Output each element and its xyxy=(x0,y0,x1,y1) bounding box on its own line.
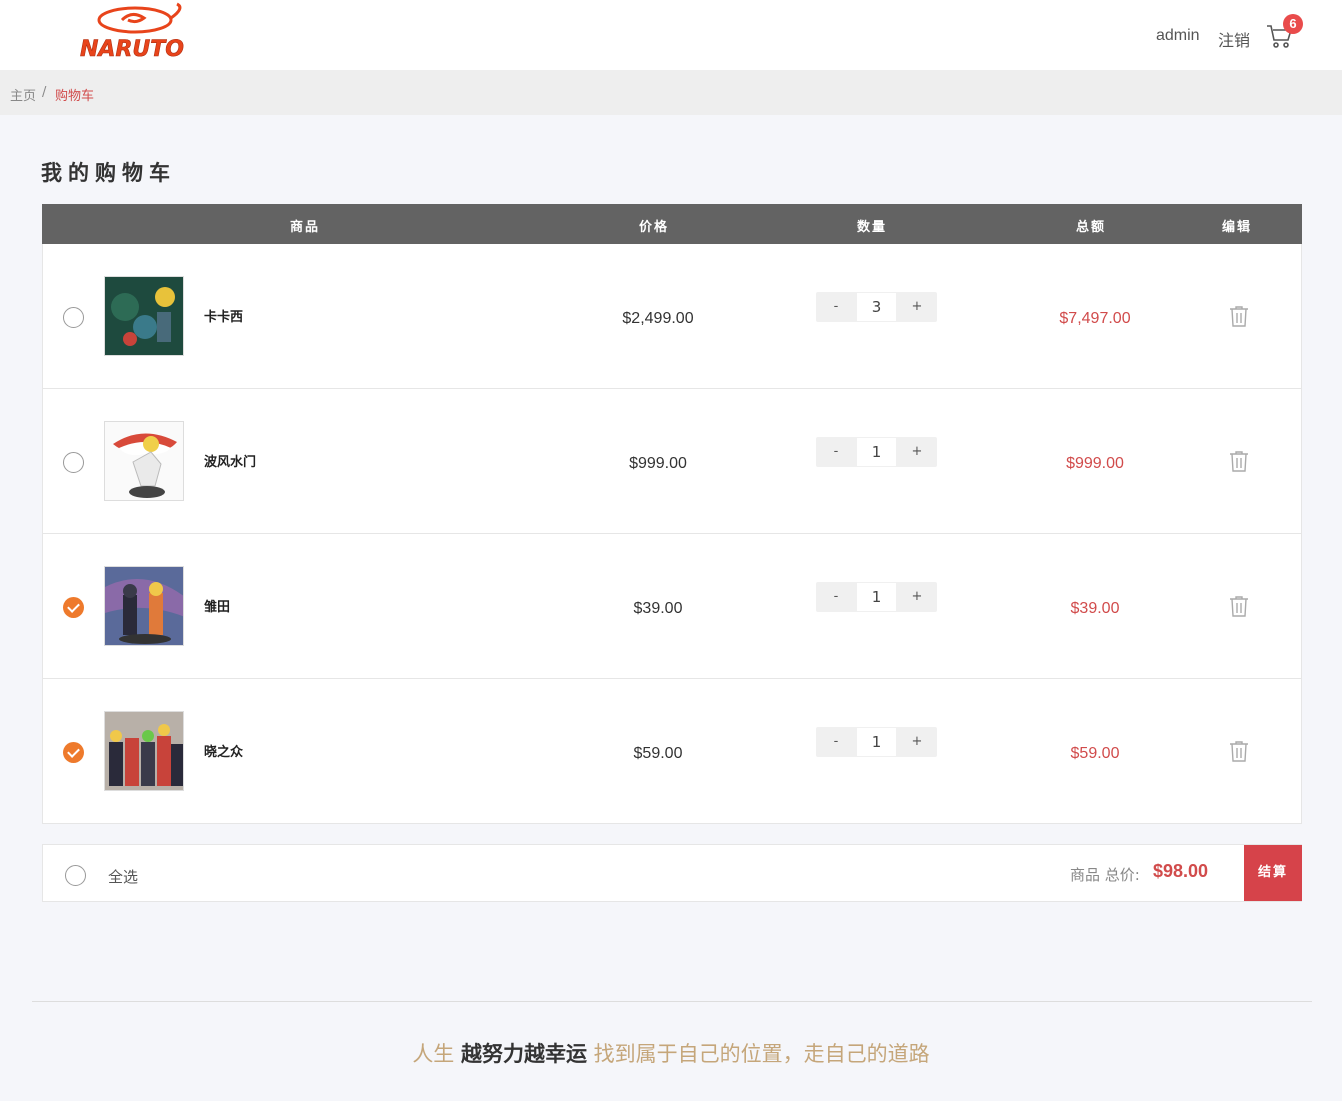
breadcrumb-current: 购物车 xyxy=(55,89,95,104)
cart-table-body: 卡卡西 $2,499.00 - 3 + $7,497.00 波风水门 $999.… xyxy=(42,244,1302,824)
trash-icon[interactable] xyxy=(1229,305,1249,327)
row-select-radio[interactable] xyxy=(63,742,84,763)
product-price: $2,499.00 xyxy=(622,310,694,327)
quantity-stepper: - 3 + xyxy=(816,292,937,322)
cart-row: 雏田 $39.00 - 1 + $39.00 xyxy=(43,534,1301,679)
row-select-radio[interactable] xyxy=(63,452,84,473)
qty-increase-button[interactable]: + xyxy=(897,292,937,322)
breadcrumb-home[interactable]: 主页 xyxy=(10,85,36,104)
product-name[interactable]: 晓之众 xyxy=(204,741,243,760)
checkout-button[interactable]: 结算 xyxy=(1244,845,1302,901)
quantity-stepper: - 1 + xyxy=(816,437,937,467)
total-price-value: $98.00 xyxy=(1153,861,1209,881)
qty-input[interactable]: 3 xyxy=(857,293,896,321)
total-price-label: 商品 总价: xyxy=(1070,866,1140,884)
trash-icon[interactable] xyxy=(1229,595,1249,617)
cart-summary-bar: 全选 商品 总价: $98.00 结算 xyxy=(42,844,1302,902)
row-total: $39.00 xyxy=(1070,600,1120,617)
qty-decrease-button[interactable]: - xyxy=(816,292,856,322)
column-price: 价格 xyxy=(639,220,670,235)
qty-input[interactable]: 1 xyxy=(857,438,896,466)
logout-link[interactable]: 注销 xyxy=(1218,27,1250,51)
quantity-stepper: - 1 + xyxy=(816,582,937,612)
cart-row: 波风水门 $999.00 - 1 + $999.00 xyxy=(43,389,1301,534)
breadcrumb: 主页 / 购物车 xyxy=(0,70,1342,115)
row-select-radio[interactable] xyxy=(63,307,84,328)
product-image[interactable] xyxy=(104,276,184,356)
cart-row: 卡卡西 $2,499.00 - 3 + $7,497.00 xyxy=(43,244,1301,389)
product-image[interactable] xyxy=(104,566,184,646)
cart-count-badge: 6 xyxy=(1283,14,1303,34)
slogan-part-3: 找到属于自己的位置，走自己的道路 xyxy=(587,1042,930,1066)
username-link[interactable]: admin xyxy=(1156,27,1200,45)
column-product: 商品 xyxy=(290,220,321,235)
naruto-logo[interactable]: NARUTO xyxy=(60,2,205,64)
row-total: $7,497.00 xyxy=(1059,310,1131,327)
trash-icon[interactable] xyxy=(1229,740,1249,762)
row-total: $59.00 xyxy=(1070,745,1120,762)
row-total: $999.00 xyxy=(1066,455,1124,472)
column-edit: 编辑 xyxy=(1222,220,1253,235)
slogan-part-2: 越努力越幸运 xyxy=(461,1042,587,1066)
logo-text: NARUTO xyxy=(80,37,184,62)
product-price: $59.00 xyxy=(633,745,683,762)
qty-input[interactable]: 1 xyxy=(857,728,896,756)
product-name[interactable]: 波风水门 xyxy=(204,451,256,470)
footer-divider xyxy=(32,1001,1312,1002)
product-price: $39.00 xyxy=(633,600,683,617)
qty-decrease-button[interactable]: - xyxy=(816,437,856,467)
cart-table-header: 商品 价格 数量 总额 编辑 xyxy=(42,204,1302,244)
qty-decrease-button[interactable]: - xyxy=(816,727,856,757)
product-name[interactable]: 雏田 xyxy=(204,596,230,615)
page-title: 我的购物车 xyxy=(41,161,176,185)
qty-decrease-button[interactable]: - xyxy=(816,582,856,612)
select-all-label[interactable]: 全选 xyxy=(108,866,138,887)
qty-increase-button[interactable]: + xyxy=(897,437,937,467)
product-image[interactable] xyxy=(104,421,184,501)
row-select-radio[interactable] xyxy=(63,597,84,618)
cart-row: 晓之众 $59.00 - 1 + $59.00 xyxy=(43,679,1301,824)
footer-slogan: 人生 越努力越幸运 找到属于自己的位置，走自己的道路 xyxy=(0,1038,1342,1068)
column-quantity: 数量 xyxy=(857,220,888,235)
breadcrumb-separator: / xyxy=(42,85,47,100)
select-all-radio[interactable] xyxy=(65,865,86,886)
qty-increase-button[interactable]: + xyxy=(897,727,937,757)
top-header: NARUTO admin 注销 6 xyxy=(0,0,1342,70)
product-name[interactable]: 卡卡西 xyxy=(204,306,243,325)
qty-input[interactable]: 1 xyxy=(857,583,896,611)
qty-increase-button[interactable]: + xyxy=(897,582,937,612)
product-image[interactable] xyxy=(104,711,184,791)
trash-icon[interactable] xyxy=(1229,450,1249,472)
slogan-part-1: 人生 xyxy=(412,1042,461,1066)
quantity-stepper: - 1 + xyxy=(816,727,937,757)
product-price: $999.00 xyxy=(629,455,687,472)
column-total: 总额 xyxy=(1076,220,1107,235)
